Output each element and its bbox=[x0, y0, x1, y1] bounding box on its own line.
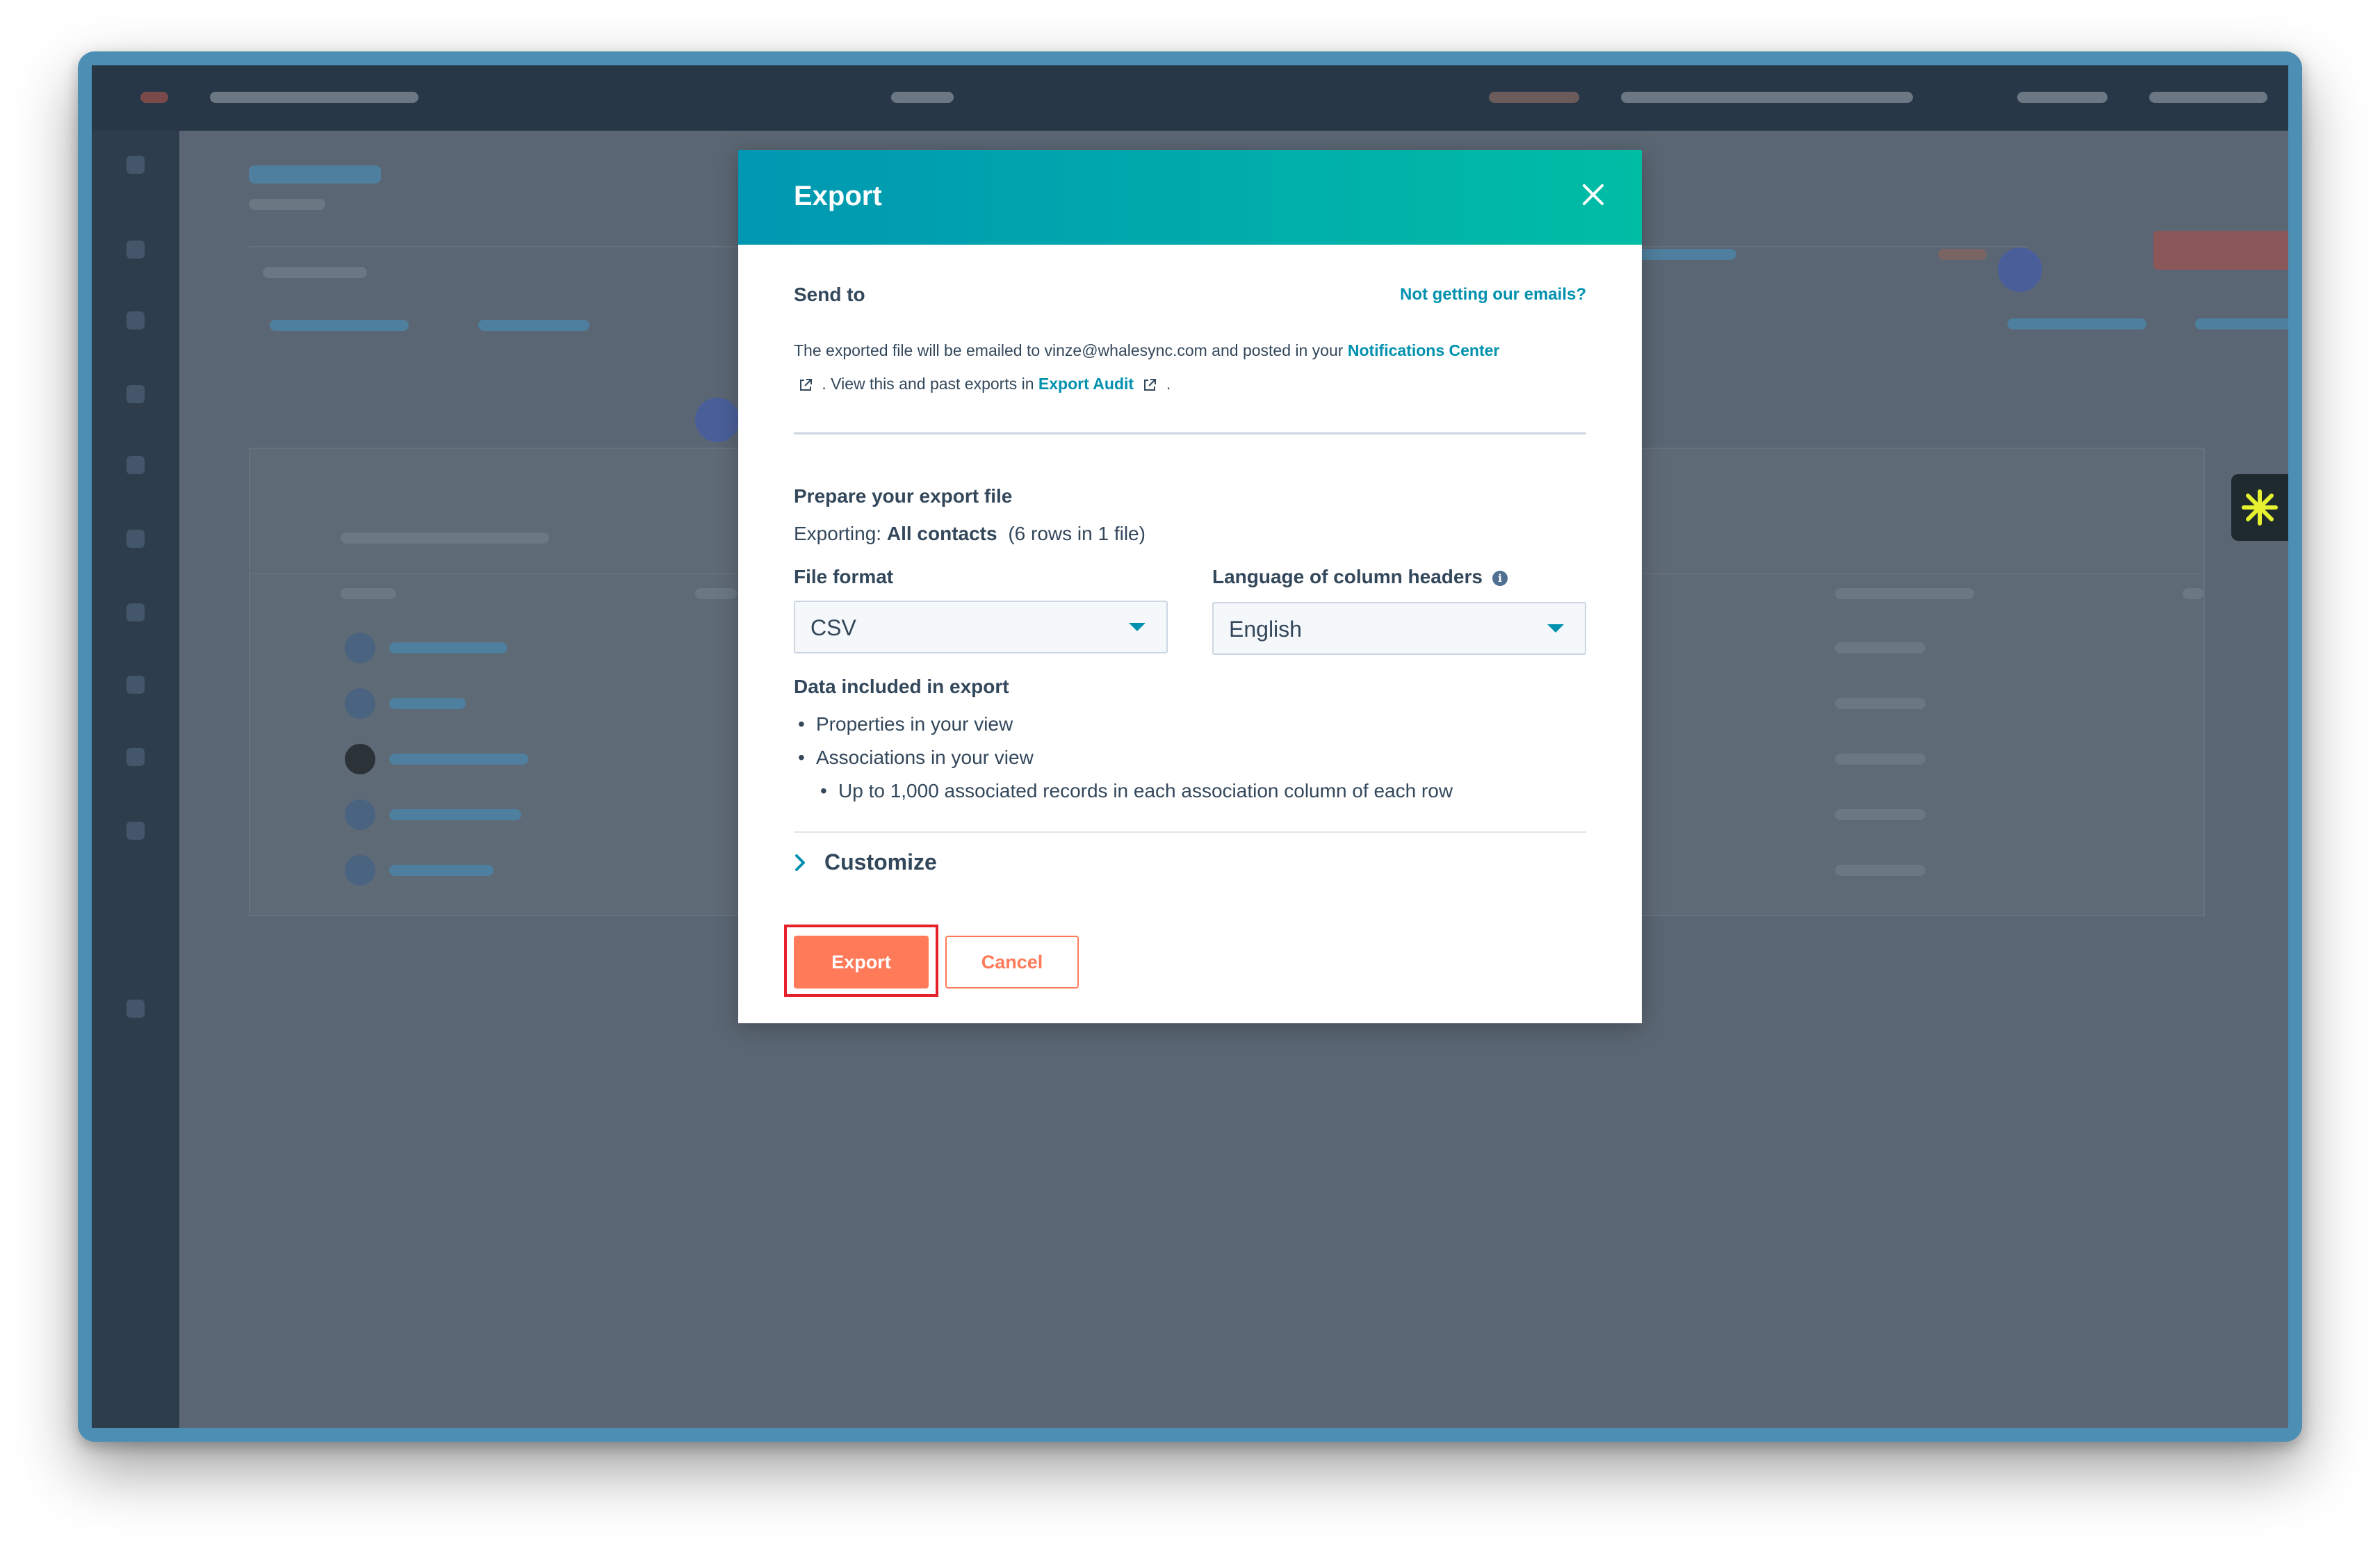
close-icon bbox=[1583, 184, 1604, 205]
floating-assistant-widget[interactable] bbox=[2231, 474, 2288, 541]
info-text-part2: . View this and past exports in bbox=[822, 375, 1034, 393]
dialog-title: Export bbox=[794, 181, 882, 211]
language-label-row: Language of column headers i bbox=[1212, 566, 1508, 588]
asterisk-icon bbox=[2242, 489, 2278, 526]
external-link-icon[interactable] bbox=[798, 377, 813, 393]
chevron-right-icon bbox=[795, 854, 805, 871]
section-divider bbox=[794, 831, 1586, 833]
exporting-label: Exporting: bbox=[794, 523, 882, 544]
caret-down-icon bbox=[1129, 623, 1146, 631]
export-audit-link[interactable]: Export Audit bbox=[1038, 375, 1134, 393]
cancel-button[interactable]: Cancel bbox=[945, 936, 1079, 988]
language-label: Language of column headers bbox=[1212, 566, 1483, 587]
exporting-summary: Exporting: All contacts (6 rows in 1 fil… bbox=[794, 523, 1146, 545]
top-navigation-bar bbox=[92, 65, 2288, 131]
file-format-value: CSV bbox=[810, 615, 856, 640]
export-button[interactable]: Export bbox=[794, 936, 929, 988]
not-getting-emails-link[interactable]: Not getting our emails? bbox=[1400, 285, 1586, 304]
dialog-header: Export bbox=[738, 150, 1642, 245]
left-sidebar bbox=[92, 131, 179, 1428]
export-dialog: Export Send to Not getting our emails? T… bbox=[738, 150, 1642, 1023]
prepare-export-heading: Prepare your export file bbox=[794, 485, 1013, 507]
info-text-part1: The exported file will be emailed to vin… bbox=[794, 341, 1344, 359]
export-info-text: The exported file will be emailed to vin… bbox=[794, 334, 1593, 400]
info-icon[interactable]: i bbox=[1492, 570, 1508, 586]
external-link-icon[interactable] bbox=[1142, 377, 1157, 393]
send-to-label: Send to bbox=[794, 284, 865, 305]
info-text-end: . bbox=[1166, 375, 1171, 393]
language-select[interactable]: English bbox=[1212, 602, 1586, 655]
data-item: Up to 1,000 associated records in each a… bbox=[820, 780, 1453, 802]
section-divider bbox=[794, 432, 1586, 434]
customize-label: Customize bbox=[824, 849, 937, 874]
exporting-detail: (6 rows in 1 file) bbox=[1008, 523, 1146, 544]
data-item: Properties in your view bbox=[798, 713, 1013, 735]
language-value: English bbox=[1229, 617, 1302, 642]
notifications-center-link[interactable]: Notifications Center bbox=[1348, 341, 1500, 359]
close-button[interactable] bbox=[1576, 178, 1610, 211]
file-format-select[interactable]: CSV bbox=[794, 601, 1168, 653]
data-included-heading: Data included in export bbox=[794, 676, 1009, 697]
data-item: Associations in your view bbox=[798, 747, 1034, 769]
exporting-value: All contacts bbox=[886, 523, 997, 544]
caret-down-icon bbox=[1547, 624, 1564, 633]
file-format-label: File format bbox=[794, 566, 894, 587]
customize-toggle[interactable]: Customize bbox=[794, 849, 937, 875]
